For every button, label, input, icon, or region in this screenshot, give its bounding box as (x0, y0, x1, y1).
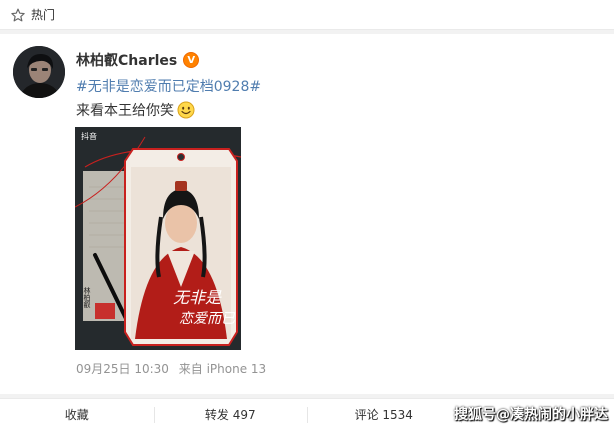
post-meta: 09月25日 10:30 来自 iPhone 13 (76, 360, 272, 377)
post-source: 来自 iPhone 13 (178, 362, 267, 376)
weibo-post-card: 林柏叡Charles V #无非是恋爱而已定档0928# 来看本王给你笑 无非是… (0, 34, 614, 394)
username[interactable]: 林柏叡Charles (76, 50, 177, 70)
username-row: 林柏叡Charles V (76, 50, 200, 70)
post-image[interactable]: 无非是 恋爱而已 抖音 林柏叡 (75, 127, 241, 350)
poster-title-line2: 恋爱而已 (179, 311, 236, 327)
avatar[interactable] (13, 46, 65, 98)
verified-badge-icon: V (183, 52, 200, 68)
repost-button[interactable]: 转发 497 (153, 399, 308, 430)
poster-title-line1: 无非是 (173, 288, 222, 307)
top-bar: 热门 (0, 0, 614, 30)
comment-label: 评论 1534 (354, 408, 413, 422)
douyin-logo: 抖音 (81, 131, 97, 141)
topic-link[interactable]: #无非是恋爱而已定档0928# (76, 76, 261, 96)
repost-label: 转发 497 (204, 408, 256, 422)
comment-button[interactable]: 评论 1534 (307, 399, 461, 430)
hot-label[interactable]: 热门 (31, 6, 55, 23)
collect-button[interactable]: 收藏 (0, 399, 154, 430)
post-date[interactable]: 09月25日 10:30 (76, 362, 169, 376)
post-text-row: 来看本王给你笑 (76, 100, 195, 120)
post-text: 来看本王给你笑 (76, 103, 174, 119)
star-outline-icon (10, 7, 26, 23)
poster-side-name: 林柏叡 (83, 286, 91, 309)
smile-emoji-icon (177, 101, 195, 119)
watermark: 搜狐号@凑热闹的小胖达 (454, 407, 608, 423)
collect-label: 收藏 (64, 408, 89, 422)
